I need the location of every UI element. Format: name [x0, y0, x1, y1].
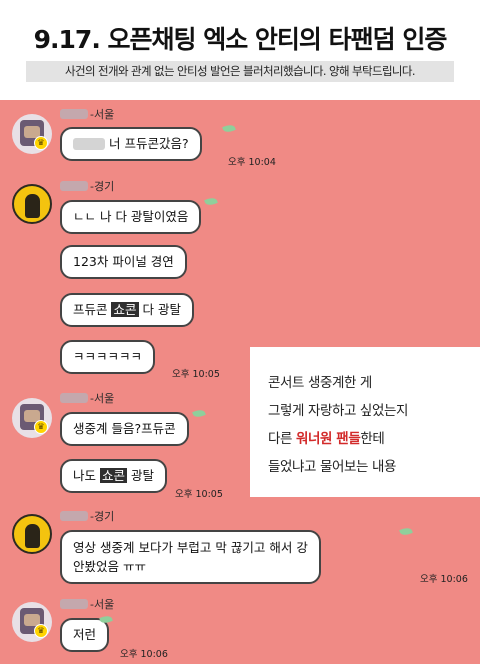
timestamp: 오후 10:05 — [172, 369, 220, 380]
annotation-box: 콘서트 생중계한 게 그렇게 자랑하고 싶었는지 다른 워너원 팬들한테 들었냐… — [250, 347, 480, 497]
sender-name: -경기 — [60, 178, 114, 194]
chat-bubble: 영상 생중계 보다가 부럽고 막 끊기고 해서 강 안봤었음 ㅠㅠ — [60, 530, 321, 584]
annotation-line: 들었냐고 물어보는 내용 — [268, 459, 396, 475]
chat-bubble: 나도 쇼콘 광탈 — [60, 459, 167, 493]
page-title: 9.17. 오픈채팅 엑소 안티의 타팬덤 인증 — [33, 25, 448, 54]
crown-icon: ♛ — [34, 624, 48, 638]
chat-bubble: 생중계 들음?프듀콘 — [60, 412, 189, 446]
sender-name: -서울 — [60, 390, 114, 406]
chat-bubble: 프듀콘 쇼콘 다 광탈 — [60, 293, 194, 327]
annotation-line: 콘서트 생중계한 게 — [268, 375, 372, 391]
sender-name: -서울 — [60, 596, 114, 612]
blurred-nickname — [60, 109, 88, 119]
timestamp: 오후 10:04 — [228, 157, 276, 168]
timestamp: 오후 10:06 — [420, 574, 468, 585]
sender-name: -경기 — [60, 508, 114, 524]
timestamp: 오후 10:06 — [120, 649, 168, 660]
avatar[interactable] — [12, 514, 52, 554]
avatar[interactable] — [12, 398, 52, 438]
chat-bubble: 저런 — [60, 618, 110, 652]
blurred-nickname — [60, 393, 88, 403]
blurred-nickname — [60, 599, 88, 609]
leaf-icon — [204, 196, 218, 207]
blurred-text — [73, 138, 105, 150]
avatar[interactable] — [12, 114, 52, 154]
avatar[interactable] — [12, 602, 52, 642]
leaf-icon — [399, 526, 413, 537]
annotation-line: 그렇게 자랑하고 싶었는지 — [268, 403, 409, 419]
chat-area: ♛ -서울 너 프듀콘갔음? 오후 10:04 -경기 ㄴㄴ 나 다 광탈이였음… — [0, 100, 480, 664]
avatar[interactable] — [12, 184, 52, 224]
leaf-icon — [222, 123, 236, 134]
crown-icon: ♛ — [34, 136, 48, 150]
blurred-nickname — [60, 511, 88, 521]
highlighted-text: 워너원 팬들 — [295, 431, 361, 447]
annotation-line: 다른 워너원 팬들한테 — [268, 431, 385, 447]
chat-bubble: ㄴㄴ 나 다 광탈이였음 — [60, 200, 202, 234]
chat-bubble: ㅋㅋㅋㅋㅋㅋ — [60, 340, 156, 374]
chat-bubble: 123차 파이널 경연 — [60, 245, 187, 279]
sender-name: -서울 — [60, 106, 114, 122]
blurred-nickname — [60, 181, 88, 191]
crown-icon: ♛ — [34, 420, 48, 434]
leaf-icon — [192, 408, 206, 419]
subtitle: 사건의 전개와 관계 없는 안티성 발언은 블러처리했습니다. 양해 부탁드립니… — [26, 61, 454, 82]
chat-bubble: 너 프듀콘갔음? — [60, 127, 202, 161]
header: 9.17. 오픈채팅 엑소 안티의 타팬덤 인증 사건의 전개와 관계 없는 안… — [0, 0, 480, 100]
timestamp: 오후 10:05 — [175, 489, 223, 500]
